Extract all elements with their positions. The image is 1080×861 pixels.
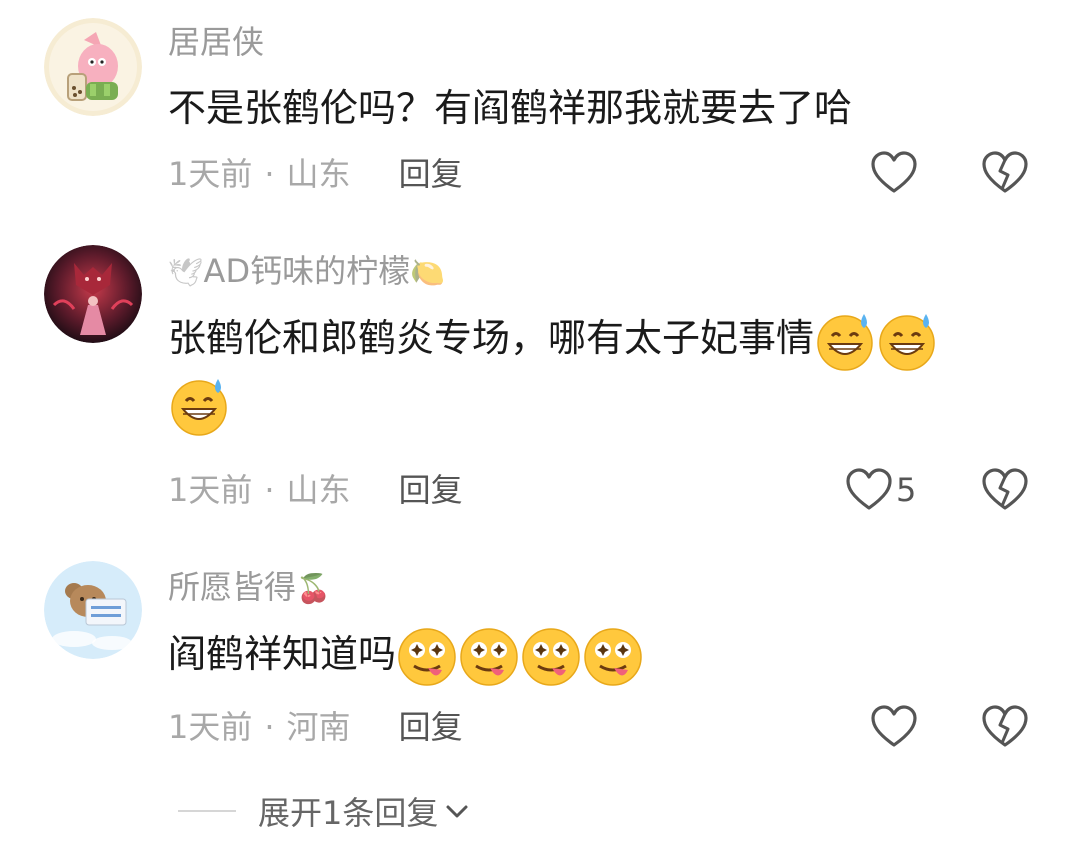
like-button[interactable] <box>871 151 917 195</box>
username-text: 所愿皆得 <box>168 568 297 606</box>
heart-outline-icon <box>871 151 917 193</box>
avatar[interactable] <box>44 561 142 659</box>
location: 山东 <box>286 471 351 509</box>
username[interactable]: 居居侠 <box>168 22 264 62</box>
expand-replies-label: 展开1条回复 <box>258 794 439 832</box>
meta-separator: · <box>264 708 275 746</box>
grin-sweat-emoji <box>876 310 938 372</box>
meta-separator: · <box>264 471 275 509</box>
avatar[interactable] <box>44 245 142 343</box>
divider-line <box>178 810 236 812</box>
comment-text-content: 张鹤伦和郎鹤炎专场，哪有太子妃事情 <box>168 316 815 360</box>
heart-outline-icon <box>846 468 892 510</box>
reply-button[interactable]: 回复 <box>399 471 463 509</box>
like-button[interactable] <box>871 705 917 749</box>
comment-text-content: 不是张鹤伦吗？有阎鹤祥那我就要去了哈 <box>168 86 853 130</box>
comment-text: 张鹤伦和郎鹤炎专场，哪有太子妃事情 <box>168 306 1028 437</box>
dislike-button[interactable] <box>982 151 1028 199</box>
like-button[interactable]: 5 <box>846 468 916 512</box>
like-count: 5 <box>896 471 917 509</box>
dove-emoji: 🕊 <box>168 256 204 289</box>
comment-text: 不是张鹤伦吗？有阎鹤祥那我就要去了哈 <box>168 76 1028 140</box>
chevron-down-icon <box>446 805 468 818</box>
expand-replies-button[interactable]: 展开1条回复 <box>178 788 472 834</box>
star-eyes-tongue-emoji <box>582 626 644 688</box>
username[interactable]: 所愿皆得🍒 <box>168 567 331 609</box>
username[interactable]: 🕊AD钙味的柠檬🍋 <box>168 251 445 293</box>
dislike-button[interactable] <box>982 468 1028 516</box>
comment-text-content: 阎鹤祥知道吗 <box>168 632 397 676</box>
lemon-emoji: 🍋 <box>410 256 445 289</box>
timestamp: 1天前 <box>168 471 253 509</box>
star-eyes-tongue-emoji <box>396 626 458 688</box>
avatar[interactable] <box>44 18 142 116</box>
cherry-emoji: 🍒 <box>296 572 331 605</box>
grin-sweat-emoji <box>168 375 230 437</box>
location: 河南 <box>286 708 351 746</box>
heart-outline-icon <box>871 705 917 747</box>
grin-sweat-emoji <box>814 310 876 372</box>
broken-heart-icon <box>982 705 1028 747</box>
location: 山东 <box>286 155 351 193</box>
comment-meta: 1天前 · 山东 回复 <box>168 154 463 194</box>
broken-heart-icon <box>982 151 1028 193</box>
timestamp: 1天前 <box>168 155 253 193</box>
meta-separator: · <box>264 155 275 193</box>
reply-button[interactable]: 回复 <box>399 155 463 193</box>
reply-button[interactable]: 回复 <box>399 708 463 746</box>
broken-heart-icon <box>982 468 1028 510</box>
username-text: 居居侠 <box>168 23 265 61</box>
comment-text: 阎鹤祥知道吗 <box>168 622 1028 688</box>
star-eyes-tongue-emoji <box>520 626 582 688</box>
comment-meta: 1天前 · 河南 回复 <box>168 707 463 747</box>
star-eyes-tongue-emoji <box>458 626 520 688</box>
comment-meta: 1天前 · 山东 回复 <box>168 470 463 510</box>
username-text: AD钙味的柠檬 <box>203 252 411 290</box>
timestamp: 1天前 <box>168 708 253 746</box>
dislike-button[interactable] <box>982 705 1028 753</box>
